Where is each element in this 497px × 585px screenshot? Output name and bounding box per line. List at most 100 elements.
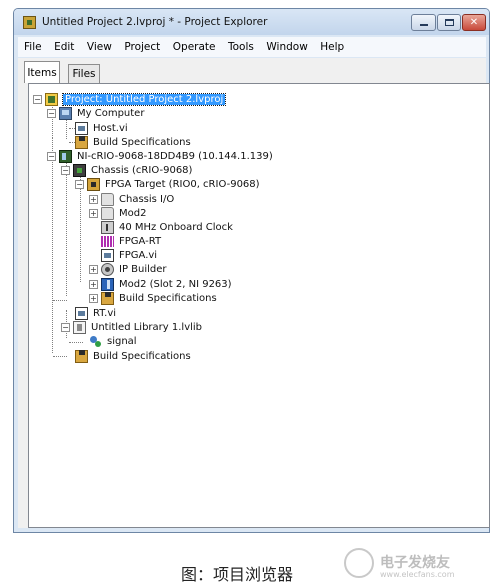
tree-item-library[interactable]: − Untitled Library 1.lvlib	[61, 320, 202, 334]
chassis-icon	[73, 163, 86, 177]
tree-connector	[53, 356, 67, 357]
fpga-target-icon	[87, 177, 100, 191]
tree-item-label: Build Specifications	[93, 136, 191, 148]
tree-item-fpga-rt[interactable]: FPGA-RT	[101, 234, 161, 248]
expand-toggle-icon[interactable]: +	[89, 195, 98, 204]
project-explorer-window: Untitled Project 2.lvproj * - Project Ex…	[13, 8, 490, 533]
build-spec-icon	[101, 291, 114, 305]
expand-toggle-icon[interactable]: +	[89, 280, 98, 289]
collapse-toggle-icon[interactable]: −	[33, 95, 42, 104]
tree-item-mod2-module[interactable]: + Mod2 (Slot 2, NI 9263)	[89, 277, 232, 291]
collapse-toggle-icon[interactable]: −	[61, 323, 70, 332]
build-spec-icon	[75, 135, 88, 149]
folder-icon	[101, 206, 114, 220]
maximize-button[interactable]	[437, 14, 461, 31]
vi-icon	[75, 121, 88, 135]
watermark: 电子发烧友 www.elecfans.com	[344, 548, 489, 582]
tree-item-label: FPGA.vi	[119, 249, 158, 261]
tree-item-label: Project: Untitled Project 2.lvproj	[61, 92, 227, 106]
tree-item-crio-build-specifications[interactable]: Build Specifications	[75, 349, 191, 363]
tab-control: Items Files − Project: Untitled Project …	[18, 58, 490, 528]
tree-item-label: Chassis I/O	[119, 193, 175, 205]
tree-item-label: Build Specifications	[93, 350, 191, 362]
project-icon	[45, 92, 58, 106]
close-icon: ✕	[469, 16, 479, 28]
maximize-icon	[444, 19, 454, 26]
window-title: Untitled Project 2.lvproj * - Project Ex…	[42, 16, 268, 28]
tree-item-ip-builder[interactable]: + IP Builder	[89, 262, 167, 276]
tree-item-label: Chassis (cRIO-9068)	[91, 164, 193, 176]
labview-project-icon	[23, 16, 36, 29]
tree-item-label: Mod2 (Slot 2, NI 9263)	[119, 278, 232, 290]
watermark-text: 电子发烧友	[380, 555, 450, 571]
folder-icon	[101, 192, 114, 206]
tree-connector	[53, 300, 67, 301]
collapse-toggle-icon[interactable]: −	[47, 152, 56, 161]
computer-icon	[59, 106, 72, 120]
collapse-toggle-icon[interactable]: −	[75, 180, 84, 189]
title-bar[interactable]: Untitled Project 2.lvproj * - Project Ex…	[14, 9, 489, 35]
tree-item-label: signal	[107, 335, 137, 347]
ip-builder-icon	[101, 262, 114, 276]
menu-operate[interactable]: Operate	[173, 41, 216, 53]
tree-item-host-vi[interactable]: Host.vi	[75, 121, 128, 135]
tree-item-fpga-vi[interactable]: FPGA.vi	[101, 248, 157, 262]
module-icon	[101, 277, 114, 291]
tree-item-label: Host.vi	[93, 122, 128, 134]
tree-item-signal[interactable]: signal	[89, 334, 137, 348]
vi-icon	[75, 306, 88, 320]
tree-connector	[52, 138, 53, 353]
menu-bar: File Edit View Project Operate Tools Win…	[18, 37, 486, 57]
tree-item-fpga-target[interactable]: − FPGA Target (RIO0, cRIO-9068)	[75, 177, 260, 191]
tree-item-label: RT.vi	[93, 307, 117, 319]
tree-item-project[interactable]: − Project: Untitled Project 2.lvproj	[33, 92, 227, 106]
tree-item-label: FPGA Target (RIO0, cRIO-9068)	[105, 178, 260, 190]
tree-item-chassis-io[interactable]: + Chassis I/O	[89, 192, 174, 206]
tree-item-label: FPGA-RT	[119, 235, 162, 247]
menu-edit[interactable]: Edit	[54, 41, 74, 53]
tab-files[interactable]: Files	[68, 64, 100, 83]
tree-item-fpga-build-specifications[interactable]: + Build Specifications	[89, 291, 217, 305]
menu-window[interactable]: Window	[266, 41, 307, 53]
minimize-icon	[419, 24, 428, 26]
tree-item-label: Mod2	[119, 207, 147, 219]
tab-items[interactable]: Items	[24, 61, 60, 83]
menu-view[interactable]: View	[87, 41, 112, 53]
watermark-logo-icon	[344, 548, 374, 578]
tree-item-build-specifications[interactable]: Build Specifications	[75, 135, 191, 149]
collapse-toggle-icon[interactable]: −	[47, 109, 56, 118]
tree-item-rt-vi[interactable]: RT.vi	[75, 306, 116, 320]
menu-help[interactable]: Help	[320, 41, 344, 53]
figure-caption: 图：项目浏览器	[181, 565, 294, 584]
tree-item-label: Build Specifications	[119, 292, 217, 304]
minimize-button[interactable]	[411, 14, 436, 31]
tree-item-my-computer[interactable]: − My Computer	[47, 106, 144, 120]
menu-file[interactable]: File	[24, 41, 42, 53]
close-button[interactable]: ✕	[462, 14, 486, 31]
watermark-url: www.elecfans.com	[380, 570, 455, 579]
tree-item-label: Untitled Library 1.lvlib	[91, 321, 203, 333]
build-spec-icon	[75, 349, 88, 363]
fifo-icon	[101, 235, 114, 248]
tree-item-onboard-clock[interactable]: 40 MHz Onboard Clock	[101, 220, 233, 234]
menu-project[interactable]: Project	[124, 41, 160, 53]
expand-toggle-icon[interactable]: +	[89, 265, 98, 274]
tree-item-crio-target[interactable]: − NI-cRIO-9068-18DD4B9 (10.144.1.139)	[47, 149, 273, 163]
collapse-toggle-icon[interactable]: −	[61, 166, 70, 175]
project-tree[interactable]: − Project: Untitled Project 2.lvproj − M…	[28, 83, 490, 528]
shared-variable-icon	[89, 335, 102, 348]
tree-item-chassis[interactable]: − Chassis (cRIO-9068)	[61, 163, 192, 177]
vi-icon	[101, 248, 114, 262]
expand-toggle-icon[interactable]: +	[89, 209, 98, 218]
clock-icon	[101, 220, 114, 234]
tree-item-label: IP Builder	[119, 263, 167, 275]
tree-item-label: NI-cRIO-9068-18DD4B9 (10.144.1.139)	[77, 150, 273, 162]
expand-toggle-icon[interactable]: +	[89, 294, 98, 303]
library-icon	[73, 320, 86, 334]
tree-item-mod2-folder[interactable]: + Mod2	[89, 206, 146, 220]
tree-connector	[66, 157, 67, 296]
menu-tools[interactable]: Tools	[228, 41, 254, 53]
tree-item-label: My Computer	[77, 107, 145, 119]
crio-target-icon	[59, 149, 72, 163]
tree-connector	[69, 342, 83, 343]
